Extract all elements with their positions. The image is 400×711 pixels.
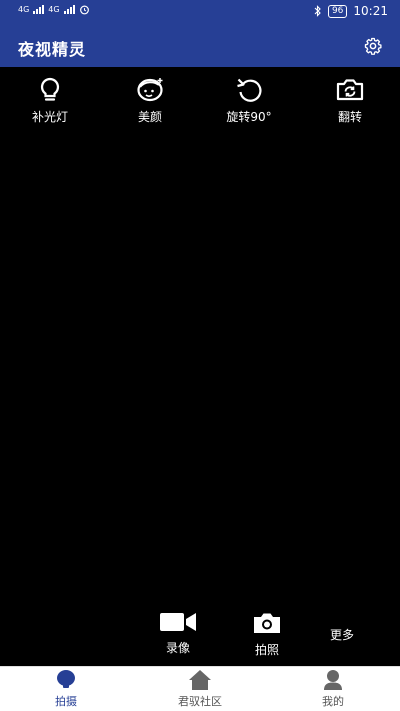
tab-community[interactable]: 君驭社区 [150, 669, 250, 709]
beauty-face-icon [137, 78, 163, 102]
page-title: 夜视精灵 [18, 40, 87, 59]
rotate-button[interactable]: 旋转90° [209, 76, 289, 125]
tab-community-label: 君驭社区 [178, 695, 222, 708]
status-time: 10:21 [353, 4, 388, 18]
rotate-label: 旋转90° [226, 110, 272, 124]
bottom-tab-bar: 拍摄 君驭社区 我的 [0, 666, 400, 711]
flip-label: 翻转 [337, 110, 362, 124]
more-button[interactable]: 更多 [330, 626, 354, 643]
home-icon [189, 670, 211, 690]
status-right: 96 10:21 [314, 4, 388, 18]
photo-label: 拍照 [254, 643, 279, 657]
video-camera-icon [160, 613, 196, 631]
header: 4G 4G 96 10:21 夜视精灵 [0, 0, 400, 67]
fill-light-label: 补光灯 [31, 110, 68, 124]
flip-button[interactable]: 翻转 [310, 76, 390, 125]
signal-icon-2 [63, 5, 75, 14]
flip-camera-icon [336, 79, 364, 101]
gear-icon[interactable] [364, 37, 382, 55]
beauty-button[interactable]: 美颜 [110, 76, 190, 125]
signal-icon [33, 5, 45, 14]
record-label: 录像 [165, 641, 190, 655]
profile-icon [324, 670, 342, 690]
rotate-icon [237, 78, 262, 102]
photo-button[interactable]: 拍照 [250, 612, 284, 658]
network-type-1: 4G [18, 5, 30, 14]
battery-indicator: 96 [327, 4, 348, 18]
shoot-tab-icon [57, 670, 75, 688]
camera-icon [254, 613, 280, 633]
bluetooth-icon [314, 5, 321, 17]
bulb-icon [40, 77, 60, 101]
tab-profile[interactable]: 我的 [283, 669, 383, 709]
tab-shoot-label: 拍摄 [55, 695, 77, 708]
network-type-2: 4G [48, 5, 60, 14]
tool-row: 补光灯 美颜 旋转90° 翻转 [0, 76, 400, 126]
camera-preview [0, 130, 400, 610]
record-button[interactable]: 录像 [158, 612, 198, 656]
status-bar: 4G 4G 96 10:21 [0, 0, 400, 24]
status-left: 4G 4G [18, 4, 90, 15]
beauty-label: 美颜 [137, 110, 162, 124]
tab-shoot[interactable]: 拍摄 [16, 669, 116, 709]
fill-light-button[interactable]: 补光灯 [10, 76, 90, 125]
tab-profile-label: 我的 [322, 695, 344, 708]
alarm-icon [79, 5, 89, 15]
